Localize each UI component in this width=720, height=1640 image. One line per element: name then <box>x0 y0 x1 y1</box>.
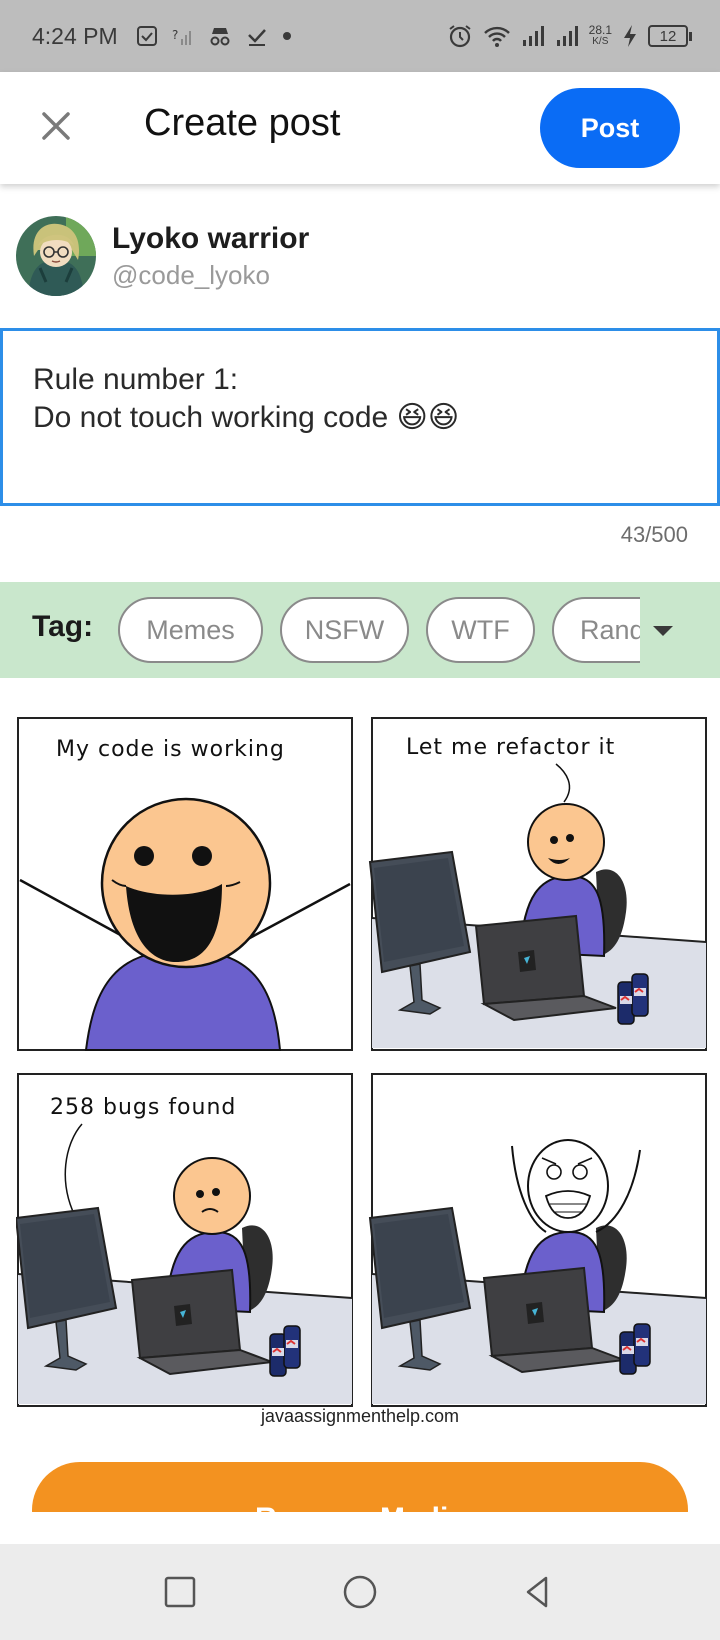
tag-chip-memes[interactable]: Memes <box>118 597 263 663</box>
incognito-icon <box>208 25 232 47</box>
alarm-icon <box>447 23 473 49</box>
panel-3-caption: 258 bugs found <box>50 1095 236 1120</box>
attached-image: My code is working Let me refactor it 25… <box>15 716 708 1430</box>
no-signal-icon: ? <box>172 25 194 47</box>
circle-icon <box>343 1575 377 1609</box>
tag-label: Tag: <box>32 610 94 643</box>
svg-text:?: ? <box>172 28 178 42</box>
tag-bar: Tag: Memes NSFW WTF Rand <box>0 582 720 678</box>
battery-level: 12 <box>659 27 677 45</box>
avatar <box>16 216 96 296</box>
comic-panel-4 <box>369 1073 707 1407</box>
status-bar: 4:24 PM ? 28.1 K/S 12 <box>0 0 720 72</box>
comic-panel-1: My code is working <box>17 717 353 1051</box>
charging-icon <box>622 24 638 48</box>
user-name: Lyoko warrior <box>112 222 310 255</box>
back-button[interactable] <box>516 1570 560 1614</box>
wifi-icon <box>483 24 511 48</box>
panel-1-caption: My code is working <box>56 737 285 762</box>
post-button[interactable]: Post <box>540 88 680 168</box>
signal-icon-1 <box>521 25 545 47</box>
tag-chip-wtf[interactable]: WTF <box>426 597 535 663</box>
remove-media-clip: Remove Media <box>0 1462 720 1512</box>
status-time: 4:24 PM <box>32 22 118 49</box>
panel-2-caption: Let me refactor it <box>406 735 615 760</box>
system-nav-bar <box>0 1544 720 1640</box>
close-button[interactable] <box>36 106 76 146</box>
header-bar: Create post Post <box>0 72 720 184</box>
remove-media-button[interactable]: Remove Media <box>32 1462 688 1512</box>
net-speed-value: 28.1 <box>588 23 612 37</box>
signal-icon-2 <box>555 25 579 47</box>
net-speed-unit: K/S <box>592 36 609 47</box>
comic-panel-2: Let me refactor it <box>369 717 707 1051</box>
recent-apps-button[interactable] <box>158 1570 202 1614</box>
tag-dropdown-button[interactable] <box>650 618 676 644</box>
triangle-back-icon <box>526 1576 548 1608</box>
image-watermark: javaassignmenthelp.com <box>260 1406 460 1426</box>
dot-icon <box>282 31 292 41</box>
close-icon <box>42 112 70 140</box>
char-counter: 43/500 <box>620 522 688 547</box>
post-text-input[interactable]: Rule number 1: Do not touch working code… <box>0 328 720 506</box>
tag-chip-nsfw[interactable]: NSFW <box>280 597 409 663</box>
battery-indicator: 12 <box>648 25 692 47</box>
user-handle: @code_lyoko <box>112 260 270 290</box>
home-button[interactable] <box>338 1570 382 1614</box>
comic-panel-3: 258 bugs found <box>15 1073 353 1407</box>
download-done-icon <box>246 25 268 47</box>
page-title: Create post <box>144 102 341 144</box>
chevron-down-icon <box>653 626 673 636</box>
net-speed: 28.1 K/S <box>588 23 612 47</box>
square-icon <box>164 1576 196 1608</box>
checkbox-notification-icon <box>136 25 158 47</box>
